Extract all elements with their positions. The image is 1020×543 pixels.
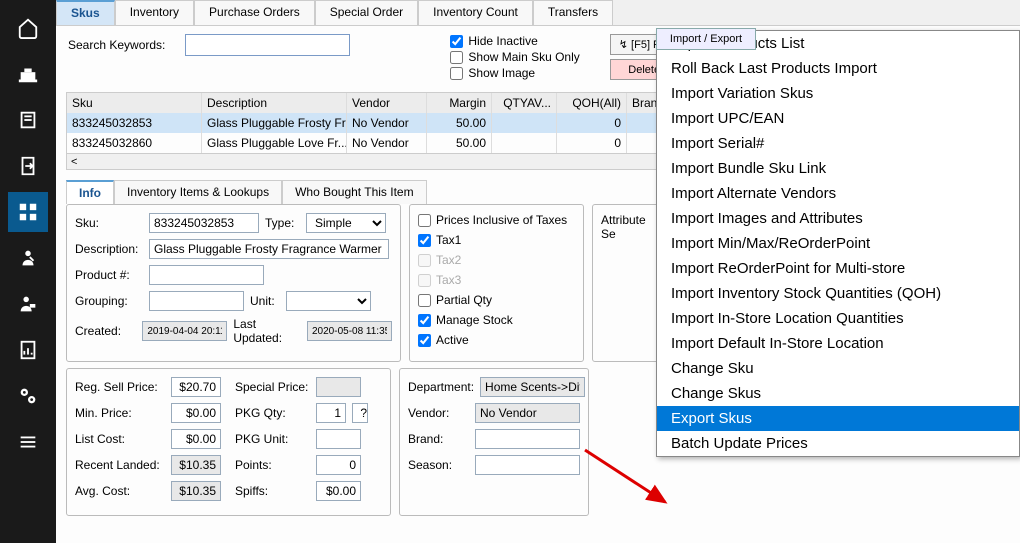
brand-field[interactable]	[475, 429, 580, 449]
dd-import-serial[interactable]: Import Serial#	[657, 131, 1019, 156]
chk-main-sku[interactable]	[450, 51, 463, 64]
dd-import-qoh[interactable]: Import Inventory Stock Quantities (QOH)	[657, 281, 1019, 306]
sku-info-panel: Sku: Type: Simple Description: Product #…	[66, 204, 401, 362]
pkg-qty-field[interactable]	[316, 403, 346, 423]
group-label: Grouping:	[75, 294, 143, 308]
vendor-field[interactable]	[475, 403, 580, 423]
tab-whobought[interactable]: Who Bought This Item	[282, 180, 427, 204]
dd-import-default-loc[interactable]: Import Default In-Store Location	[657, 331, 1019, 356]
import-export-button[interactable]: Import / Export	[656, 28, 756, 50]
top-tabs: Skus Inventory Purchase Orders Special O…	[56, 0, 1020, 26]
dd-import-minmax[interactable]: Import Min/Max/ReOrderPoint	[657, 231, 1019, 256]
search-label: Search Keywords:	[68, 38, 165, 52]
tab-po[interactable]: Purchase Orders	[194, 0, 315, 25]
updated-field	[307, 321, 392, 341]
reg-price-field[interactable]	[171, 377, 221, 397]
chk-active[interactable]	[418, 334, 431, 347]
tab-inventory[interactable]: Inventory	[115, 0, 194, 25]
home-icon[interactable]	[8, 8, 48, 48]
chk-main-label: Show Main Sku Only	[468, 50, 579, 64]
export-icon[interactable]	[8, 146, 48, 186]
dd-export-skus[interactable]: Export Skus	[657, 406, 1019, 431]
updated-label: Last Updated:	[233, 317, 301, 345]
dd-import-alt-vendors[interactable]: Import Alternate Vendors	[657, 181, 1019, 206]
unit-label: Unit:	[250, 294, 280, 308]
prod-field[interactable]	[149, 265, 264, 285]
chk-tax2	[418, 254, 431, 267]
special-price-field	[316, 377, 361, 397]
dd-import-upc[interactable]: Import UPC/EAN	[657, 106, 1019, 131]
tax-panel: Prices Inclusive of Taxes Tax1 Tax2 Tax3…	[409, 204, 584, 362]
import-export-menu: Import Products List Roll Back Last Prod…	[656, 30, 1020, 457]
min-price-field[interactable]	[171, 403, 221, 423]
desc-field[interactable]	[149, 239, 389, 259]
unit-select[interactable]	[286, 291, 371, 311]
type-label: Type:	[265, 216, 300, 230]
tab-info[interactable]: Info	[66, 180, 114, 204]
report-icon[interactable]	[8, 330, 48, 370]
group-field[interactable]	[149, 291, 244, 311]
chk-tax3	[418, 274, 431, 287]
chk-incl-tax[interactable]	[418, 214, 431, 227]
desc-label: Description:	[75, 242, 143, 256]
pkg-qty-help-button[interactable]: ?	[352, 403, 368, 423]
col-margin[interactable]: Margin	[427, 93, 492, 113]
prod-label: Product #:	[75, 268, 143, 282]
chk-img-label: Show Image	[468, 66, 535, 80]
menu-icon[interactable]	[8, 422, 48, 462]
chk-show-image[interactable]	[450, 67, 463, 80]
settings-icon[interactable]	[8, 376, 48, 416]
dd-rollback[interactable]: Roll Back Last Products Import	[657, 56, 1019, 81]
season-field[interactable]	[475, 455, 580, 475]
dd-import-reorder-multi[interactable]: Import ReOrderPoint for Multi-store	[657, 256, 1019, 281]
tab-count[interactable]: Inventory Count	[418, 0, 533, 25]
dd-import-variation[interactable]: Import Variation Skus	[657, 81, 1019, 106]
sku-label: Sku:	[75, 216, 143, 230]
sku-field[interactable]	[149, 213, 259, 233]
created-label: Created:	[75, 324, 136, 338]
chk-hide-label: Hide Inactive	[468, 34, 537, 48]
chk-stock[interactable]	[418, 314, 431, 327]
dd-import-images[interactable]: Import Images and Attributes	[657, 206, 1019, 231]
chk-hide-inactive[interactable]	[450, 35, 463, 48]
type-select[interactable]: Simple	[306, 213, 386, 233]
meta-panel: Department: Vendor: Brand: Season:	[399, 368, 589, 516]
search-input[interactable]	[185, 34, 350, 56]
chk-tax1[interactable]	[418, 234, 431, 247]
inventory-icon[interactable]	[8, 192, 48, 232]
receipt-icon[interactable]	[8, 100, 48, 140]
tab-lookups[interactable]: Inventory Items & Lookups	[114, 180, 282, 204]
pkg-unit-field[interactable]	[316, 429, 361, 449]
dd-change-sku[interactable]: Change Sku	[657, 356, 1019, 381]
col-sku[interactable]: Sku	[67, 93, 202, 113]
avg-cost-field	[171, 481, 221, 501]
sidebar-nav	[0, 0, 56, 543]
tab-transfers[interactable]: Transfers	[533, 0, 613, 25]
dd-import-bundle[interactable]: Import Bundle Sku Link	[657, 156, 1019, 181]
tab-special[interactable]: Special Order	[315, 0, 418, 25]
dd-batch-update[interactable]: Batch Update Prices	[657, 431, 1019, 456]
vendor-icon[interactable]	[8, 284, 48, 324]
col-desc[interactable]: Description	[202, 93, 347, 113]
col-vendor[interactable]: Vendor	[347, 93, 427, 113]
customer-icon[interactable]	[8, 238, 48, 278]
spiffs-field[interactable]	[316, 481, 361, 501]
register-icon[interactable]	[8, 54, 48, 94]
tab-skus[interactable]: Skus	[56, 0, 115, 25]
points-field[interactable]	[316, 455, 361, 475]
col-qoh[interactable]: QOH(All)	[557, 93, 627, 113]
chk-partial[interactable]	[418, 294, 431, 307]
col-qty[interactable]: QTYAV...	[492, 93, 557, 113]
dd-import-instore-qty[interactable]: Import In-Store Location Quantities	[657, 306, 1019, 331]
dept-field[interactable]	[480, 377, 585, 397]
dd-change-skus[interactable]: Change Skus	[657, 381, 1019, 406]
created-field	[142, 321, 227, 341]
recent-landed-field	[171, 455, 221, 475]
attr-label: Attribute Se	[601, 213, 658, 241]
list-cost-field[interactable]	[171, 429, 221, 449]
pricing-panel: Reg. Sell Price: Min. Price: List Cost: …	[66, 368, 391, 516]
